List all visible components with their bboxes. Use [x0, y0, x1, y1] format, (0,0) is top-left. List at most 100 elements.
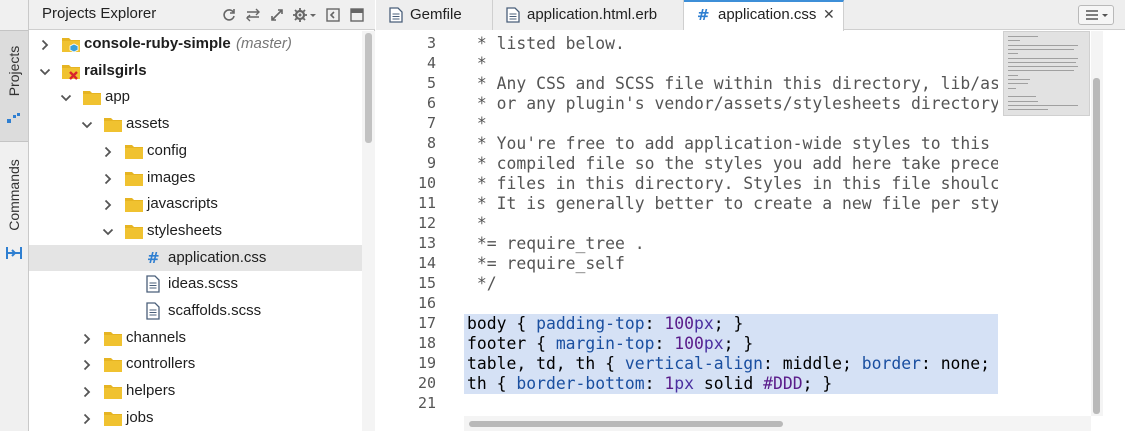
tab-application-css[interactable]: # application.css ✕ — [684, 0, 844, 31]
tree-item-jobs[interactable]: jobs — [29, 405, 362, 431]
file-icon — [506, 7, 520, 23]
tree-item-label: controllers — [126, 355, 196, 373]
chevron-right-icon[interactable] — [102, 145, 114, 157]
chevron-right-icon[interactable] — [81, 332, 93, 344]
tree-item-scaffolds-scss[interactable]: scaffolds.scss — [29, 298, 362, 324]
folder-icon — [124, 222, 144, 240]
explorer-header: Projects Explorer — [29, 0, 375, 30]
collapse-all-icon[interactable] — [245, 7, 261, 23]
git-branch-label: (master) — [236, 35, 292, 52]
editor-vertical-scrollbar[interactable] — [1091, 31, 1103, 416]
chevron-right-icon[interactable] — [81, 358, 93, 371]
code-line: * You're free to add application-wide st… — [467, 134, 991, 153]
editor-horizontal-scrollbar-thumb[interactable] — [469, 421, 783, 427]
line-number: 15 — [417, 274, 436, 292]
tree-item-console-ruby-simple[interactable]: console-ruby-simple (master) — [29, 31, 362, 57]
tree-item-railsgirls[interactable]: railsgirls — [29, 58, 362, 84]
code-editor[interactable]: * listed below. * * Any CSS and SCSS fil… — [464, 31, 998, 416]
explorer-toolbar — [213, 7, 365, 23]
tree-item-label: channels — [126, 328, 187, 346]
maximize-icon[interactable] — [349, 7, 365, 23]
tree-item-application-css[interactable]: # application.css — [29, 244, 362, 271]
line-number: 11 — [417, 194, 436, 212]
tree-item-app[interactable]: app — [29, 84, 362, 110]
tree-item-images[interactable]: images — [29, 165, 362, 191]
commands-tab-icon — [5, 246, 23, 264]
tree-item-javascripts[interactable]: javascripts — [29, 191, 362, 217]
line-number: 3 — [426, 34, 436, 52]
minimap-line — [1008, 70, 1074, 72]
explorer-scrollbar-thumb[interactable] — [365, 33, 372, 143]
tab-application-html-erb[interactable]: application.html.erb — [493, 0, 684, 30]
tree-item-label: javascripts — [147, 195, 218, 213]
folder-icon — [103, 115, 123, 133]
code-line: * It is generally better to create a new… — [467, 194, 998, 213]
minimap-line — [1008, 109, 1048, 111]
tree-item-stylesheets[interactable]: stylesheets — [29, 218, 362, 244]
side-tool-strip: Projects Commands — [0, 0, 29, 431]
folder-icon — [82, 88, 102, 106]
folder-icon — [103, 409, 123, 427]
minimap-line — [1008, 79, 1030, 80]
line-number: 9 — [426, 154, 436, 172]
code-line: *= require_self — [467, 254, 625, 273]
tab-application-html-erb-label: application.html.erb — [527, 6, 658, 23]
folder-icon — [124, 169, 144, 187]
tab-list-menu-button[interactable] — [1078, 5, 1114, 25]
tree-item-channels[interactable]: channels — [29, 325, 362, 351]
tree-item-ideas-scss[interactable]: ideas.scss — [29, 271, 362, 297]
explorer-scrollbar[interactable] — [362, 31, 375, 431]
settings-icon[interactable] — [293, 7, 317, 23]
code-line: * compiled file so the styles you add he… — [467, 154, 998, 173]
tab-gemfile[interactable]: Gemfile — [376, 0, 493, 30]
file-icon — [389, 7, 403, 23]
minimap-line — [1008, 104, 1078, 106]
minimap-line — [1008, 96, 1036, 98]
file-icon — [145, 275, 165, 293]
line-number: 8 — [426, 134, 436, 152]
minimap-line — [1008, 66, 1078, 68]
tree-item-label: config — [147, 141, 188, 159]
code-line: * or any plugin's vendor/assets/styleshe… — [467, 94, 998, 113]
projects-side-tab[interactable]: Projects — [0, 30, 28, 142]
chevron-down-icon[interactable] — [39, 65, 51, 77]
code-minimap[interactable] — [1003, 31, 1090, 116]
link-editor-icon[interactable] — [269, 7, 285, 23]
refresh-icon[interactable] — [221, 7, 237, 23]
code-line: * — [467, 114, 487, 133]
minimap-line — [1008, 87, 1016, 89]
chevron-down-icon[interactable] — [60, 91, 72, 103]
chevron-right-icon[interactable] — [102, 198, 114, 211]
tree-item-controllers[interactable]: controllers — [29, 351, 362, 377]
tree-item-label: jobs — [126, 408, 154, 426]
code-line: * Any CSS and SCSS file within this dire… — [467, 74, 998, 93]
editor-tab-bar: Gemfile application.html.erb # applicati… — [376, 0, 1125, 31]
minimap-line — [1008, 74, 1018, 76]
editor-horizontal-scrollbar[interactable] — [464, 416, 1091, 431]
line-number: 21 — [417, 394, 436, 412]
minimap-line — [1008, 48, 1074, 50]
chevron-right-icon[interactable] — [81, 385, 93, 398]
close-tab-icon[interactable]: ✕ — [823, 6, 835, 23]
chevron-right-icon[interactable] — [81, 412, 93, 424]
minimize-icon[interactable] — [325, 7, 341, 23]
commands-side-tab[interactable]: Commands — [0, 145, 28, 265]
tree-item-helpers[interactable]: helpers — [29, 378, 362, 404]
projects-explorer-panel: Projects Explorer console-ruby-simple (ma… — [29, 0, 375, 431]
tree-item-label: helpers — [126, 382, 176, 400]
code-line: footer { margin-top: 100px; } — [467, 334, 754, 353]
chevron-down-icon[interactable] — [81, 118, 93, 130]
tree-item-label: scaffolds.scss — [168, 302, 262, 319]
folder-icon — [124, 142, 144, 160]
chevron-right-icon[interactable] — [102, 172, 114, 184]
chevron-right-icon[interactable] — [39, 38, 51, 51]
chevron-down-icon[interactable] — [102, 225, 114, 237]
editor-vertical-scrollbar-thumb[interactable] — [1093, 78, 1100, 414]
tree-item-label: application.css — [168, 248, 267, 266]
svg-text:#: # — [147, 249, 160, 267]
code-line: * — [467, 214, 487, 233]
tree-item-config[interactable]: config — [29, 138, 362, 164]
minimap-line — [1008, 36, 1038, 37]
tree-item-label: console-ruby-simple — [84, 35, 231, 52]
tree-item-assets[interactable]: assets — [29, 111, 362, 137]
